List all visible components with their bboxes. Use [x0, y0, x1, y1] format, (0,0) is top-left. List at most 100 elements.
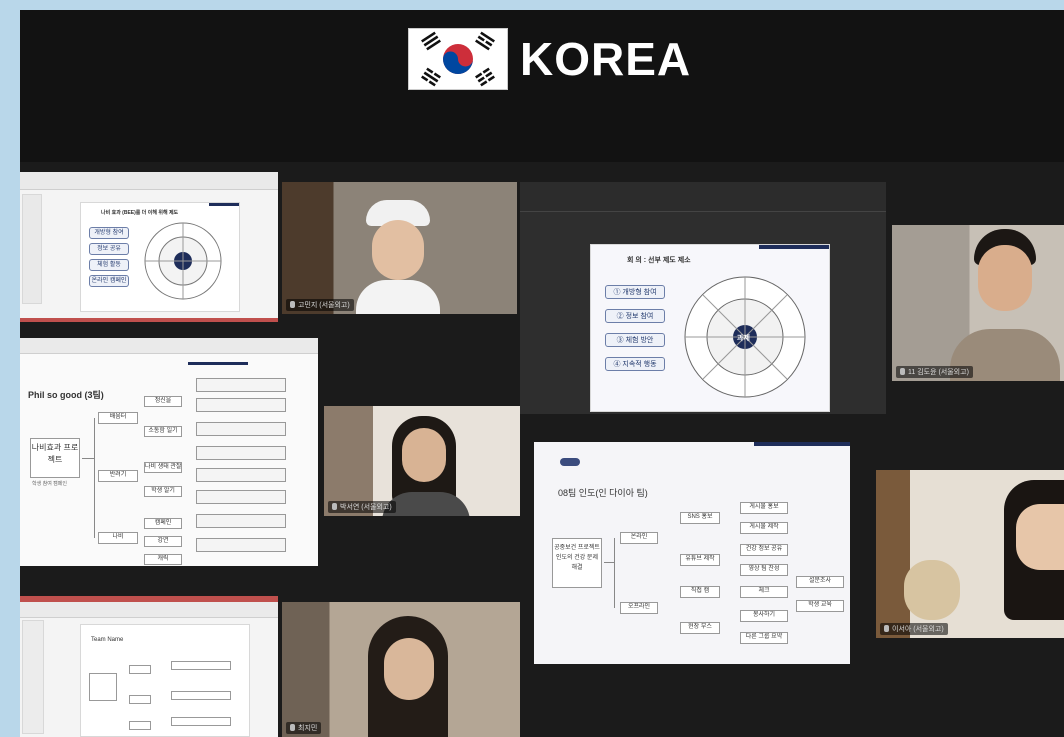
participant-name-tag: 박서연 (서울외고) — [328, 501, 396, 513]
mindmap-node: 현장 부스 — [680, 622, 720, 634]
participant-name-tag: 최지민 — [286, 722, 322, 734]
microphone-icon — [332, 503, 337, 510]
mindmap-root: 공중보건 프로젝트 인도의 건강 문제 해결 — [552, 538, 602, 588]
participant-name-tag: 11 김도윤 (서울외고) — [896, 366, 973, 378]
slide-pill: ④ 지속적 행동 — [605, 357, 665, 371]
mindmap-branch: 배움터 — [98, 412, 138, 424]
slide-title: 나비 효과 (BEE)를 더 이해 위해 제도 — [101, 210, 179, 216]
screen-share-tile-powerpoint-2[interactable]: 회 의 : 선부 제도 제소 ① 개방형 참여 ② 정보 참여 ③ 체험 방안 … — [520, 182, 886, 414]
participant-video-tile[interactable]: 박서연 (서울외고) — [324, 406, 520, 516]
mindmap-node — [129, 695, 151, 704]
participant-name-tag: 고민지 (서울외고) — [286, 299, 354, 311]
mindmap-node: 강연 — [144, 536, 182, 547]
slide-accent-bar — [188, 362, 248, 365]
mindmap-leaf — [196, 468, 286, 482]
mindmap-leaf — [196, 398, 286, 412]
mindmap-branch: 온라인 — [620, 532, 658, 544]
slide-thumbnail-panel — [22, 620, 44, 734]
teddy-bear — [904, 560, 960, 620]
slide-pill: ① 개방형 참여 — [605, 285, 665, 299]
screen-share-tile-mindmap-1[interactable]: Phil so good (3팀) 나비효과 프로젝트 학생 참여 캠페인 배움… — [20, 338, 318, 566]
microphone-icon — [884, 625, 889, 632]
screen-share-tile-mindmap-2[interactable]: 08팀 인도(인 다이아 팀) 공중보건 프로젝트 인도의 건강 문제 해결 온… — [534, 442, 850, 664]
mindmap-leaf — [171, 661, 231, 670]
slide-accent-bar — [209, 203, 239, 206]
circle-center-label: 과제 — [737, 335, 750, 342]
slide-pill: 온라인 캠페인 — [89, 275, 129, 287]
mindmap-leaf — [196, 490, 286, 504]
participant-video-tile[interactable]: 고민지 (서울외고) — [282, 182, 517, 314]
mindmap-root — [89, 673, 117, 701]
mindmap-node: 게시물 홍보 — [740, 502, 788, 514]
slide-pill: 정보 공유 — [89, 243, 129, 255]
slide-canvas: Team Name — [80, 624, 250, 737]
slide-canvas: 나비 효과 (BEE)를 더 이해 위해 제도 개방형 참여 정보 공유 체험 … — [80, 202, 240, 312]
mindmap-node: 체크 — [740, 586, 788, 598]
mindmap-node — [129, 721, 151, 730]
ppt-ribbon — [520, 182, 886, 212]
mindmap-node: 영상 팀 찬성 — [740, 564, 788, 576]
mindmap-node: 봉사하기 — [740, 610, 788, 622]
slide-canvas: 회 의 : 선부 제도 제소 ① 개방형 참여 ② 정보 참여 ③ 체험 방안 … — [590, 244, 830, 412]
mindmap-node: 나비 생태 관찰 — [144, 462, 182, 473]
microphone-icon — [290, 301, 295, 308]
banner-title: KOREA — [520, 33, 692, 85]
participant-avatar — [994, 480, 1064, 638]
participant-name-tag: 이서아 (서울외고) — [880, 623, 948, 635]
mindmap-branch: 나비 — [98, 532, 138, 544]
mindmap-node: 학생 교육 — [796, 600, 844, 612]
mindmap-node: 유튜브 제작 — [680, 554, 720, 566]
mindmap-branch: 반려기 — [98, 470, 138, 482]
mindmap-leaf — [196, 446, 286, 460]
participant-video-tile[interactable]: 최지민 — [282, 602, 520, 737]
ppt-ribbon — [20, 172, 278, 190]
slide-pill: 체험 활동 — [89, 259, 129, 271]
slide-accent-bar — [759, 245, 829, 249]
meeting-stage: KOREA 나비 효과 (BEE)를 더 이해 위해 제도 개방형 참여 정보 … — [20, 10, 1064, 737]
slide-thumbnail-panel — [22, 194, 42, 304]
mindmap-node: 건강 정보 공유 — [740, 544, 788, 556]
mindmap-leaf — [171, 691, 231, 700]
mindmap-leaf — [171, 717, 231, 726]
participant-avatar — [356, 200, 440, 314]
mindmap-node: SNS 홍보 — [680, 512, 720, 524]
mindmap-leaf — [196, 514, 286, 528]
mindmap-root-sub: 학생 참여 캠페인 — [32, 481, 67, 487]
participant-avatar — [382, 416, 470, 516]
mindmap-leaf — [196, 422, 286, 436]
mindmap-node: 게시물 제작 — [740, 522, 788, 534]
mindmap-node: 직접 캠 — [680, 586, 720, 598]
mindmap-leaf — [196, 378, 286, 392]
slide-pill: 개방형 참여 — [89, 227, 129, 239]
screen-share-tile-powerpoint-3[interactable]: Team Name — [20, 596, 278, 737]
slide-title: Team Name — [91, 637, 124, 643]
mindmap-toolbar — [20, 338, 318, 354]
participant-video-tile[interactable]: 11 김도윤 (서울외고) — [892, 225, 1064, 381]
screen-share-tile-powerpoint-1[interactable]: 나비 효과 (BEE)를 더 이해 위해 제도 개방형 참여 정보 공유 체험 … — [20, 172, 278, 322]
participant-video-tile[interactable]: 이서아 (서울외고) — [876, 470, 1064, 638]
slide-logo — [560, 458, 580, 466]
circle-diagram — [144, 222, 222, 300]
slide-accent-bar — [754, 442, 850, 446]
participant-avatar — [360, 616, 456, 737]
mindmap-leaf — [196, 538, 286, 552]
ppt-ribbon — [20, 602, 278, 618]
slide-bottom-bar — [20, 318, 278, 322]
mindmap-branch: 오프라인 — [620, 602, 658, 614]
mindmap-node: 학생 알기 — [144, 486, 182, 497]
mindmap-node: 캠페인 — [144, 518, 182, 529]
mindmap-node: 다른 그룹 요약 — [740, 632, 788, 644]
mindmap-node — [129, 665, 151, 674]
slide-pill: ② 정보 참여 — [605, 309, 665, 323]
mindmap-root: 나비효과 프로젝트 — [30, 438, 80, 478]
microphone-icon — [290, 724, 295, 731]
participant-avatar — [950, 229, 1060, 381]
banner: KOREA — [20, 10, 1064, 162]
slide-pill: ③ 체험 방안 — [605, 333, 665, 347]
slide-title: 회 의 : 선부 제도 제소 — [627, 257, 691, 264]
mindmap-heading: Phil so good (3팀) — [28, 390, 104, 400]
mindmap-heading: 08팀 인도(인 다이아 팀) — [558, 488, 648, 498]
mindmap-node: 설문조사 — [796, 576, 844, 588]
mindmap-node: 정신을 — [144, 396, 182, 407]
mindmap-node: 캐릭 — [144, 554, 182, 565]
